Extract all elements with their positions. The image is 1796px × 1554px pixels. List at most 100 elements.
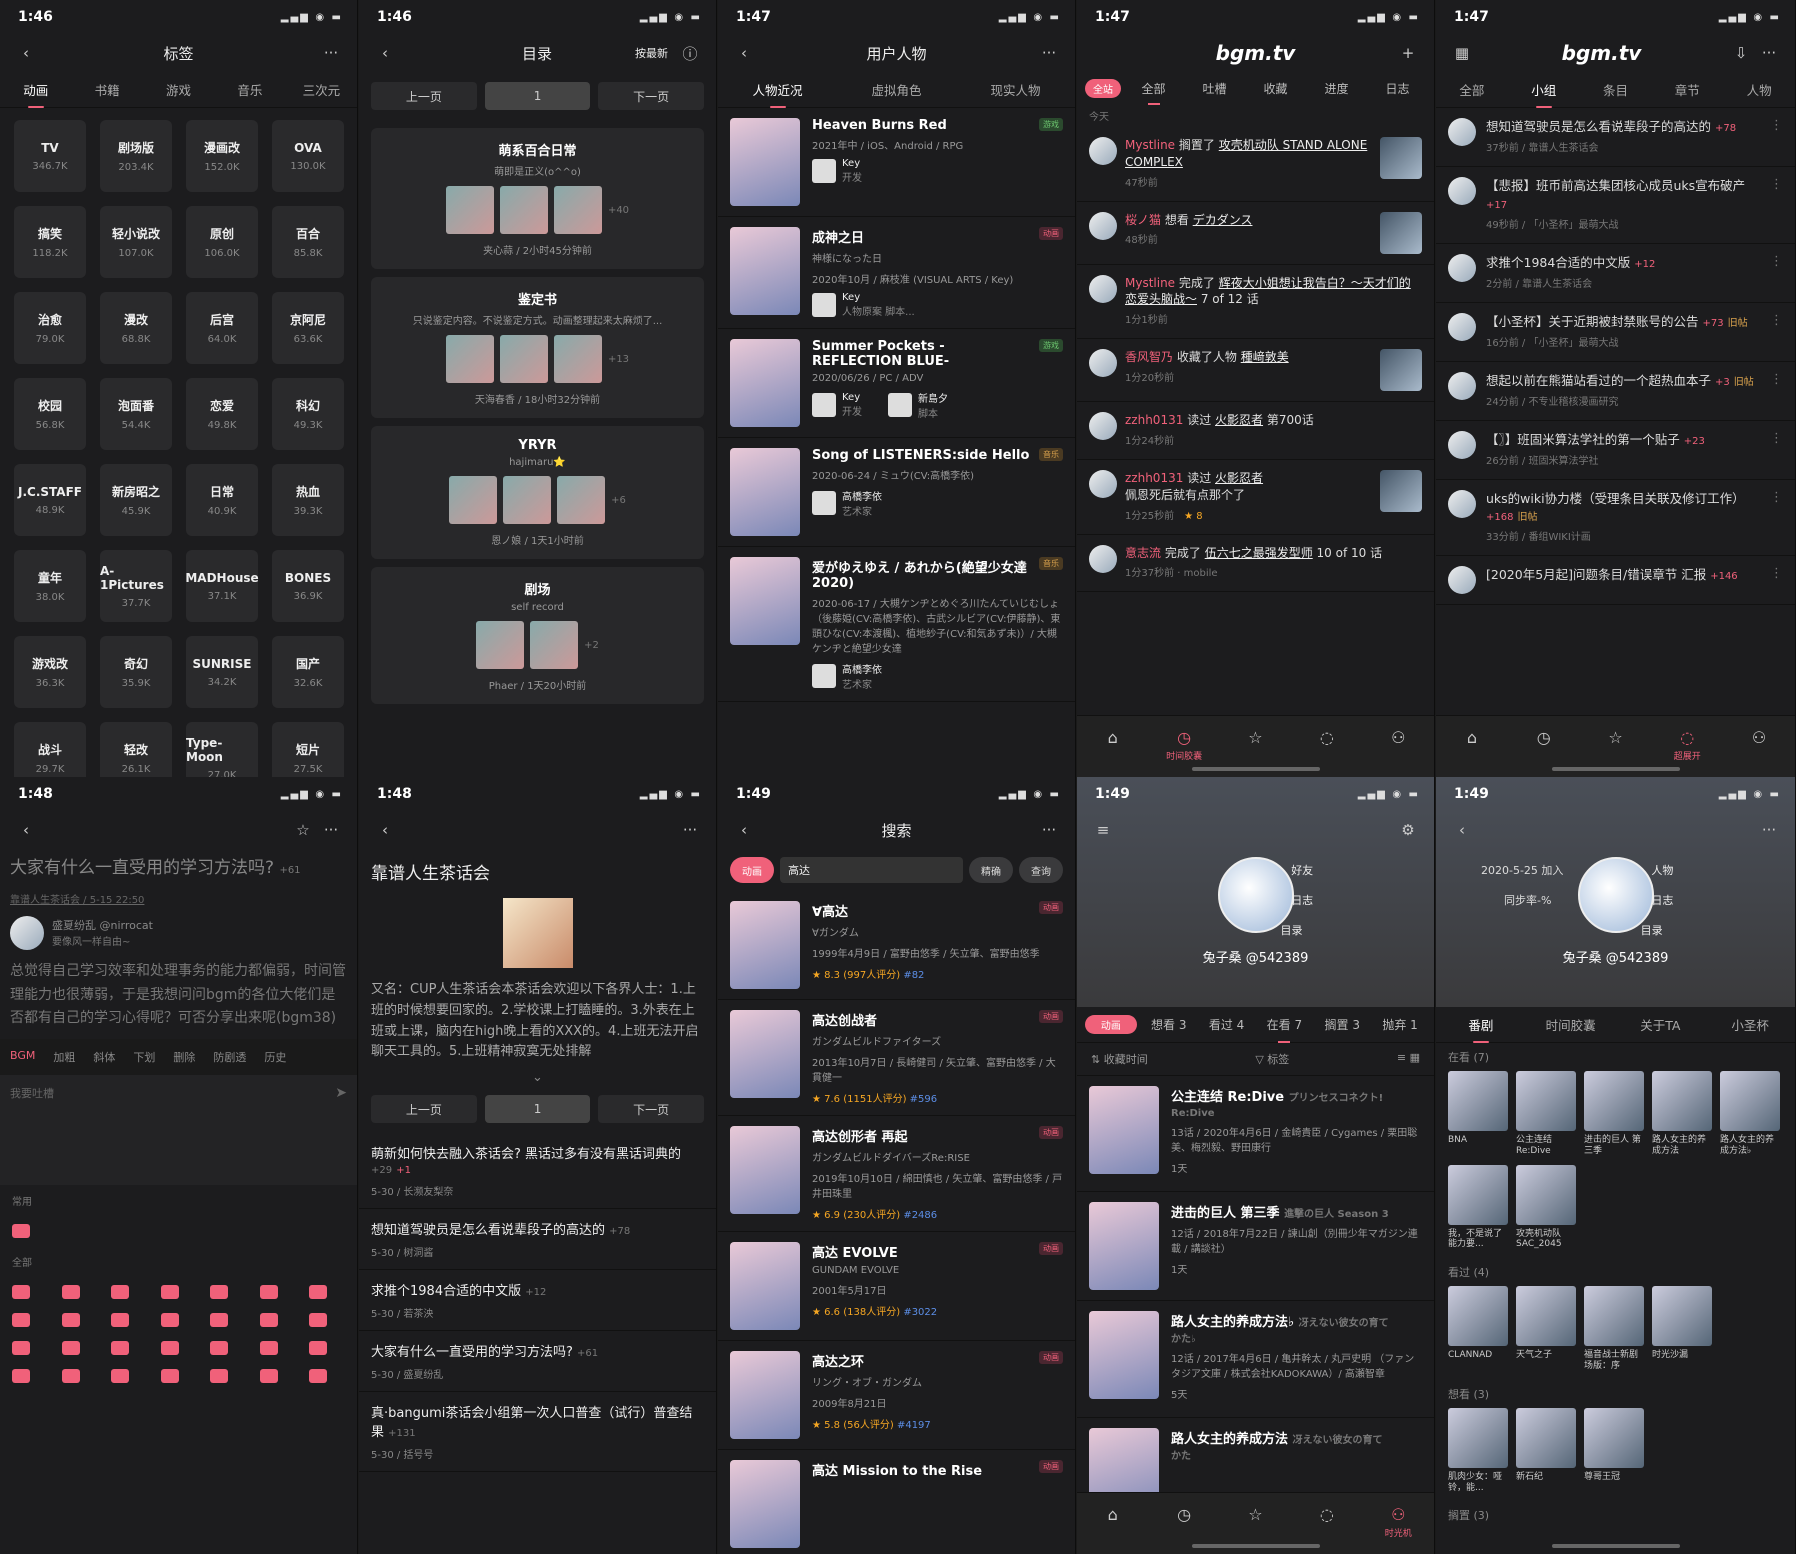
cover-thumb[interactable]	[499, 186, 548, 234]
tab-4[interactable]: 人物	[1723, 80, 1795, 99]
topic-item[interactable]: 萌新如何快去融入茶话会? 黑话过多有没有黑话词典的 +29 +1 5-30 / 长…	[359, 1133, 716, 1209]
cover-thumb[interactable]	[445, 186, 494, 234]
star-icon[interactable]: ☆	[1590, 728, 1640, 747]
chat-icon[interactable]: ◌	[1302, 728, 1352, 747]
back-icon[interactable]: ‹	[730, 44, 758, 62]
tab-2[interactable]: 吐槽	[1186, 80, 1243, 97]
info-icon[interactable]: ⓘ	[676, 43, 704, 64]
tag-item[interactable]: SUNRISE 34.2K	[186, 636, 258, 708]
cover-item[interactable]: 尊哥王冠	[1584, 1407, 1644, 1494]
tab-3[interactable]: 在看 7	[1258, 1016, 1310, 1043]
grid-icon[interactable]: ▦	[1448, 44, 1476, 62]
tag-item[interactable]: Type-Moon 27.0K	[186, 722, 258, 777]
emoji[interactable]	[160, 1313, 179, 1328]
next-button[interactable]: 下一页	[598, 82, 705, 110]
timeline-item[interactable]: 意志流 完成了 伍六七之最强发型师 10 of 10 话 1分37秒前 · mob…	[1077, 535, 1434, 593]
tab-4[interactable]: 三次元	[286, 80, 357, 99]
cast-avatar[interactable]	[888, 393, 912, 417]
catalog-card[interactable]: 鉴定书 只说鉴定内容。不说鉴定方式。动画整理起来太麻烦了... +13 天海春香 / …	[371, 277, 704, 418]
emoji[interactable]	[160, 1285, 179, 1300]
tag-item[interactable]: 剧场版 203.4K	[100, 120, 172, 192]
result-item[interactable]: 高达 Mission to the Rise 动画	[718, 1450, 1075, 1554]
tag-item[interactable]: 泡面番 54.4K	[100, 378, 172, 450]
timeline-item[interactable]: 桜ノ猫 想看 デカダンス 48秒前	[1077, 202, 1434, 265]
character-item[interactable]: 爱がゆえゆえ / あれから(絶望少女達2020) 音乐 2020-06-17 / 大…	[718, 547, 1075, 702]
more-icon[interactable]: ···	[1755, 821, 1783, 839]
cast-avatar[interactable]	[812, 159, 836, 183]
subject-link[interactable]: デカダンス	[1193, 213, 1253, 227]
emoji[interactable]	[259, 1341, 278, 1356]
user-link[interactable]: Mystline	[1125, 276, 1175, 290]
cover-image[interactable]	[730, 448, 800, 536]
user-link[interactable]: 桜ノ猫	[1125, 213, 1161, 227]
emoji[interactable]	[160, 1341, 179, 1356]
emoji[interactable]	[210, 1285, 229, 1300]
more-icon[interactable]: ···	[317, 821, 345, 839]
avatar[interactable]	[1448, 253, 1476, 282]
cover-item[interactable]: 福音战士新剧场版：序	[1584, 1286, 1644, 1372]
cast-avatar[interactable]	[812, 664, 836, 688]
emoji[interactable]	[309, 1285, 328, 1300]
tab-3[interactable]: 小圣杯	[1705, 1015, 1795, 1034]
avatar[interactable]	[10, 915, 44, 950]
tag-item[interactable]: 漫画改 152.0K	[186, 120, 258, 192]
avatar[interactable]	[1089, 412, 1117, 441]
expand-icon[interactable]: ⌄	[359, 1070, 716, 1085]
avatar[interactable]	[1089, 469, 1117, 498]
cover-item[interactable]: 公主连结 Re:Dive	[1516, 1071, 1576, 1157]
tool-2[interactable]: 斜体	[93, 1049, 115, 1065]
cast-avatar[interactable]	[812, 293, 836, 317]
section-header[interactable]: 搁置 (3)	[1436, 1501, 1795, 1529]
tool-1[interactable]: 加粗	[53, 1049, 75, 1065]
emoji[interactable]	[309, 1369, 328, 1384]
group-link[interactable]: 靠谱人生茶话会 / 5-15 22:50	[10, 891, 347, 906]
emoji[interactable]	[111, 1285, 130, 1300]
subject-thumb[interactable]	[1380, 349, 1422, 392]
cover-image[interactable]	[1089, 1202, 1159, 1290]
cover-image[interactable]	[730, 227, 800, 315]
emoji[interactable]	[111, 1341, 130, 1356]
emoji[interactable]	[61, 1369, 80, 1384]
more-icon[interactable]: ⋮	[1770, 313, 1783, 351]
result-item[interactable]: 高达 EVOLVE 动画 GUNDAM EVOLVE 2001年5月17日 ★ 6.6 …	[718, 1232, 1075, 1341]
more-icon[interactable]: ⋮	[1770, 118, 1783, 156]
emoji[interactable]	[309, 1313, 328, 1328]
mode-select[interactable]: 精确	[969, 857, 1013, 883]
tab-2[interactable]: 条目	[1580, 80, 1652, 99]
star-icon[interactable]: ☆	[289, 821, 317, 839]
cover-item[interactable]: 我，不是说了能力要...	[1448, 1164, 1508, 1251]
tag-item[interactable]: 原创 106.0K	[186, 206, 258, 278]
topic-item[interactable]: 【小圣杯】关于近期被封禁账号的公告 +73 旧帖 16分前 / 「小圣杯」最萌大战…	[1436, 303, 1795, 362]
section-header[interactable]: 想看 (3)	[1436, 1380, 1795, 1408]
emoji[interactable]	[210, 1369, 229, 1384]
user-link[interactable]: Mystline	[1125, 138, 1175, 152]
topic-item[interactable]: 求推个1984合适的中文版 +12 5-30 / 若茶泱	[359, 1270, 716, 1331]
emoji[interactable]	[12, 1224, 30, 1239]
cover-item[interactable]: 天气之子	[1516, 1286, 1576, 1372]
tag-item[interactable]: 京阿尼 63.6K	[272, 292, 344, 364]
cover-image[interactable]	[730, 1351, 800, 1439]
subject-thumb[interactable]	[1380, 469, 1422, 512]
emoji[interactable]	[12, 1369, 30, 1384]
blog-link[interactable]: 日志	[1651, 892, 1673, 908]
cover-thumb[interactable]	[557, 476, 606, 524]
more-icon[interactable]: ···	[676, 821, 704, 839]
tool-6[interactable]: 历史	[264, 1049, 286, 1065]
more-icon[interactable]: ···	[1035, 821, 1063, 839]
back-icon[interactable]: ‹	[1448, 821, 1476, 839]
collection-item[interactable]: 进击的巨人 第三季 進撃の巨人 Season 3 12话 / 2018年7月22日…	[1077, 1192, 1434, 1301]
section-header[interactable]: 看过 (4)	[1436, 1258, 1795, 1286]
collection-item[interactable]: 路人女主的养成方法♭ 冴えない彼女の育てかた♭ 12话 / 2017年4月6日 /…	[1077, 1301, 1434, 1418]
sort-button[interactable]: ⇅ 收藏时间	[1091, 1051, 1148, 1067]
tag-filter[interactable]: ▽ 标签	[1255, 1051, 1289, 1067]
layout-icon[interactable]: ≡ ▦	[1397, 1051, 1420, 1067]
catalog-card[interactable]: 剧场 self record +2 Phaer / 1天20小时前	[371, 567, 704, 704]
tag-item[interactable]: 短片 27.5K	[272, 722, 344, 777]
cover-item[interactable]: 进击的巨人 第三季	[1584, 1071, 1644, 1157]
timeline-item[interactable]: 香风智乃 收藏了人物 種﨑敦美 1分20秒前	[1077, 339, 1434, 403]
send-icon[interactable]: ➤	[335, 1085, 347, 1101]
catalog-card[interactable]: YRYR hajimaru⭐ +6 恩ノ娘 / 1天1小时前	[371, 426, 704, 559]
character-item[interactable]: 成神之日 动画 神様になった日 2020年10月 / 麻枝准 (VISUAL ARTS…	[718, 217, 1075, 329]
tab-2[interactable]: 现实人物	[956, 80, 1075, 99]
tag-item[interactable]: MADHouse 37.1K	[185, 550, 259, 622]
